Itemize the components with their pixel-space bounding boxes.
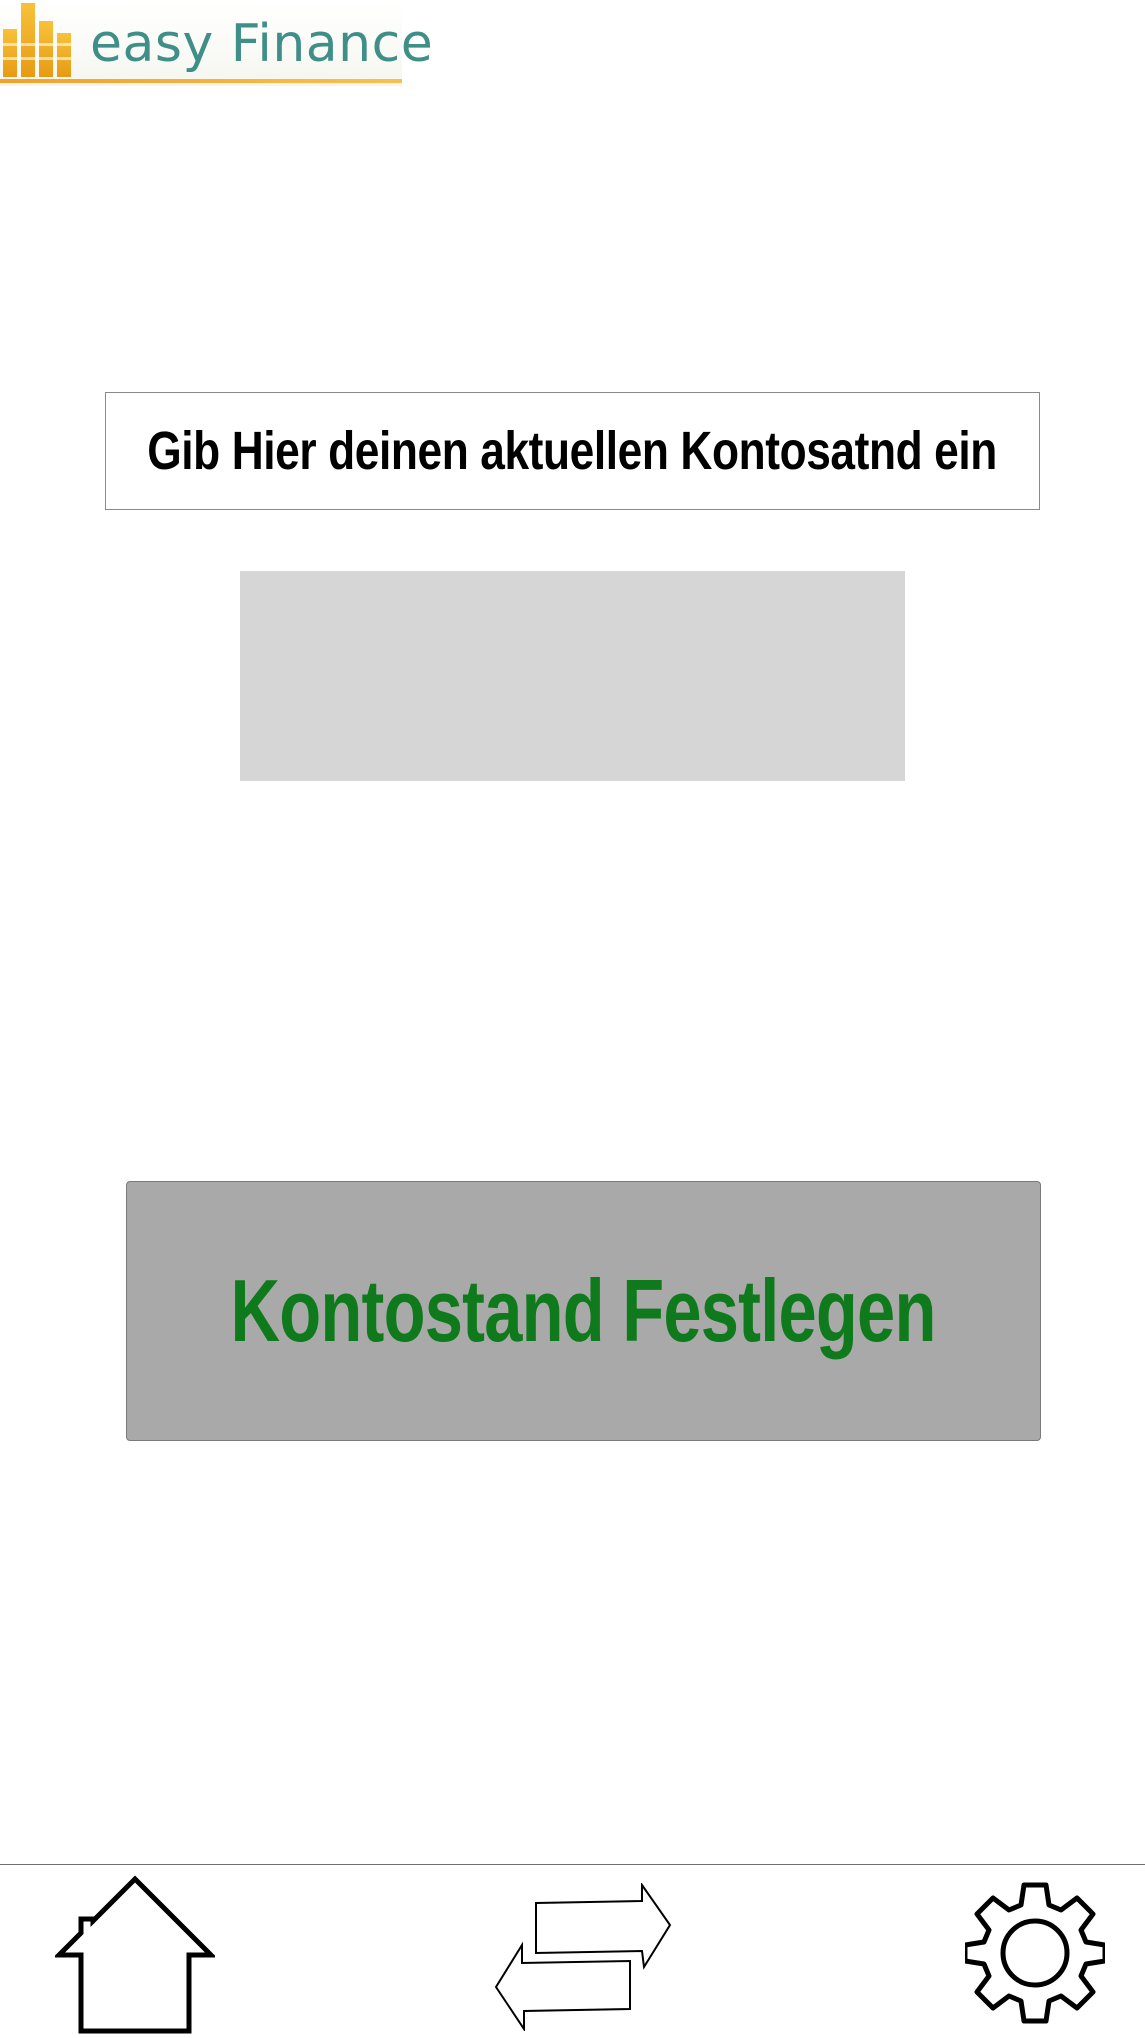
bottom-nav <box>0 1864 1145 2038</box>
balance-input[interactable] <box>240 571 905 781</box>
nav-home-button[interactable] <box>55 1875 215 2037</box>
app-logo: easy Finance <box>0 0 433 86</box>
instruction-text: Gib Hier deinen aktuellen Kontosatnd ein <box>147 421 998 481</box>
transfer-arrows-icon <box>494 1883 672 2031</box>
nav-transfer-button[interactable] <box>492 1883 672 2031</box>
set-balance-button[interactable]: Kontostand Festlegen <box>126 1181 1041 1441</box>
nav-settings-button[interactable] <box>965 1879 1105 2027</box>
logo-text: easy Finance <box>90 14 434 74</box>
gear-icon <box>965 1882 1105 2024</box>
logo-underline <box>0 79 402 83</box>
instruction-box: Gib Hier deinen aktuellen Kontosatnd ein <box>105 392 1040 510</box>
home-icon <box>55 1875 215 2034</box>
set-balance-label: Kontostand Festlegen <box>230 1261 937 1360</box>
bar-chart-logo-icon <box>3 3 73 77</box>
